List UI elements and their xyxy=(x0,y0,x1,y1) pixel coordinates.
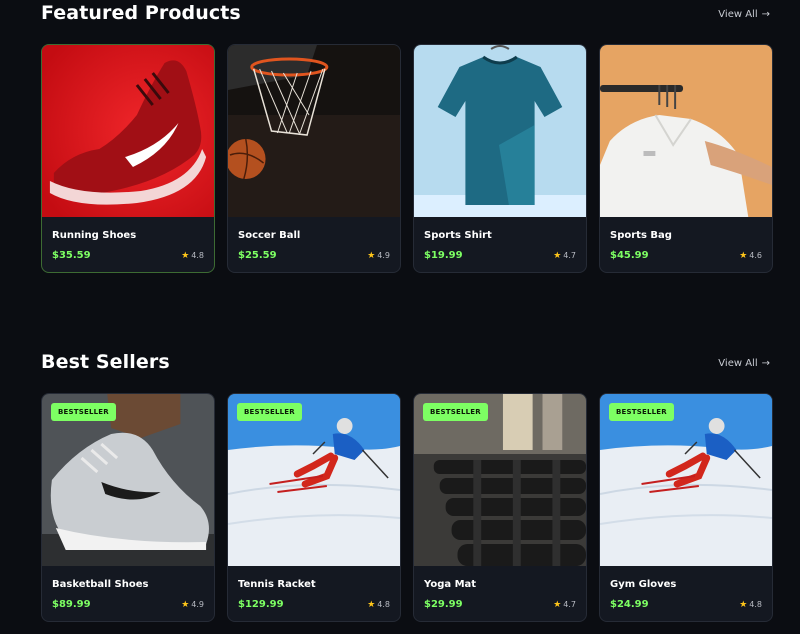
product-name: Sports Shirt xyxy=(424,230,492,241)
sneaker-image: BESTSELLER xyxy=(42,394,214,566)
best-sellers-section: Best Sellers View All → BESTSELLER Basket… xyxy=(0,349,800,622)
product-price: $35.59 xyxy=(52,250,91,261)
star-icon: ★ xyxy=(181,600,190,610)
view-all-link[interactable]: View All → xyxy=(718,9,770,20)
star-icon: ★ xyxy=(553,251,562,261)
rating-value: 4.8 xyxy=(749,600,762,609)
view-all-link[interactable]: View All → xyxy=(718,358,770,369)
rating-value: 4.8 xyxy=(191,251,204,260)
star-icon: ★ xyxy=(739,251,748,261)
arrow-right-icon: → xyxy=(761,358,770,369)
product-card[interactable]: BESTSELLER Yoga Mat $29.99 ★ 4.7 xyxy=(413,393,587,622)
product-price: $129.99 xyxy=(238,599,284,610)
bestseller-badge: BESTSELLER xyxy=(51,403,116,421)
star-icon: ★ xyxy=(367,251,376,261)
product-name: Gym Gloves xyxy=(610,579,677,590)
bestseller-badge: BESTSELLER xyxy=(237,403,302,421)
product-card[interactable]: Soccer Ball $25.59 ★ 4.9 xyxy=(227,44,401,273)
product-rating: ★ 4.7 xyxy=(553,251,576,261)
star-icon: ★ xyxy=(181,251,190,261)
product-rating: ★ 4.8 xyxy=(739,600,762,610)
product-name: Sports Bag xyxy=(610,230,672,241)
rating-value: 4.7 xyxy=(563,251,576,260)
shirt-hanger-image xyxy=(600,45,772,217)
arrow-right-icon: → xyxy=(761,9,770,20)
product-price: $89.99 xyxy=(52,599,91,610)
product-price: $24.99 xyxy=(610,599,649,610)
star-icon: ★ xyxy=(367,600,376,610)
product-grid: Running Shoes $35.59 ★ 4.8 Soccer Ball $… xyxy=(41,44,773,273)
product-rating: ★ 4.6 xyxy=(739,251,762,261)
product-name: Yoga Mat xyxy=(424,579,477,590)
product-price: $45.99 xyxy=(610,250,649,261)
view-all-label: View All xyxy=(718,358,758,369)
skier-image: BESTSELLER xyxy=(228,394,400,566)
rating-value: 4.9 xyxy=(191,600,204,609)
skier-image: BESTSELLER xyxy=(600,394,772,566)
bestseller-badge: BESTSELLER xyxy=(609,403,674,421)
sports-shirt-image xyxy=(414,45,586,217)
product-card[interactable]: Sports Bag $45.99 ★ 4.6 xyxy=(599,44,773,273)
section-title: Best Sellers xyxy=(41,351,170,373)
section-header: Featured Products View All → xyxy=(0,0,800,32)
product-card[interactable]: BESTSELLER Gym Gloves $24.99 ★ 4.8 xyxy=(599,393,773,622)
rating-value: 4.6 xyxy=(749,251,762,260)
product-name: Soccer Ball xyxy=(238,230,301,241)
star-icon: ★ xyxy=(553,600,562,610)
product-price: $29.99 xyxy=(424,599,463,610)
section-title: Featured Products xyxy=(41,2,241,24)
product-name: Basketball Shoes xyxy=(52,579,149,590)
product-price: $19.99 xyxy=(424,250,463,261)
product-card[interactable]: Sports Shirt $19.99 ★ 4.7 xyxy=(413,44,587,273)
basketball-hoop-image xyxy=(228,45,400,217)
dumbbell-rack-image: BESTSELLER xyxy=(414,394,586,566)
product-name: Running Shoes xyxy=(52,230,137,241)
product-rating: ★ 4.7 xyxy=(553,600,576,610)
running-shoe-image xyxy=(42,45,214,217)
view-all-label: View All xyxy=(718,9,758,20)
product-card[interactable]: BESTSELLER Tennis Racket $129.99 ★ 4.8 xyxy=(227,393,401,622)
product-rating: ★ 4.8 xyxy=(181,251,204,261)
product-card[interactable]: BESTSELLER Basketball Shoes $89.99 ★ 4.9 xyxy=(41,393,215,622)
product-rating: ★ 4.9 xyxy=(367,251,390,261)
product-card[interactable]: Running Shoes $35.59 ★ 4.8 xyxy=(41,44,215,273)
product-rating: ★ 4.9 xyxy=(181,600,204,610)
product-price: $25.59 xyxy=(238,250,277,261)
product-name: Tennis Racket xyxy=(238,579,316,590)
rating-value: 4.7 xyxy=(563,600,576,609)
product-grid: BESTSELLER Basketball Shoes $89.99 ★4.9 xyxy=(41,393,773,622)
star-icon: ★ xyxy=(739,600,748,610)
rating-value: 4.8 xyxy=(377,600,390,609)
bestseller-badge: BESTSELLER xyxy=(423,403,488,421)
rating-value: 4.9 xyxy=(377,251,390,260)
section-header: Best Sellers View All → xyxy=(0,349,800,381)
product-rating: ★ 4.8 xyxy=(367,600,390,610)
featured-products-section: Featured Products View All → Running Sho… xyxy=(0,0,800,273)
